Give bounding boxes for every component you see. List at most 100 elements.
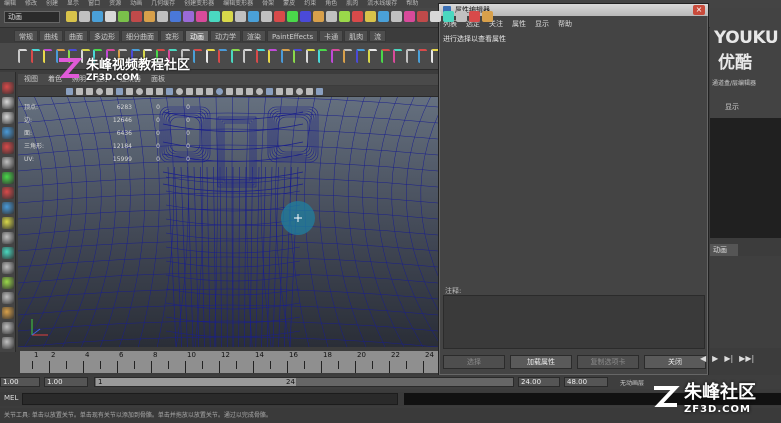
panel-tool-icon[interactable]	[306, 88, 313, 95]
attr-button[interactable]: 加载属性	[510, 355, 572, 369]
status-tool-icon[interactable]	[196, 11, 207, 22]
toolbox-tool-icon[interactable]	[2, 142, 14, 154]
menu-item[interactable]: 几何缓存	[151, 0, 175, 8]
status-tool-icon[interactable]	[352, 11, 363, 22]
playback-button[interactable]: ▶▶|	[739, 354, 754, 363]
menu-item[interactable]: 窗口	[88, 0, 100, 8]
toolbox-tool-icon[interactable]	[2, 292, 14, 304]
panel-tool-icon[interactable]	[286, 88, 293, 95]
shelf-tab[interactable]: 常规	[14, 30, 38, 42]
shelf-tool-icon[interactable]	[405, 49, 415, 63]
mel-label[interactable]: MEL	[4, 394, 18, 402]
shelf-tab[interactable]: 渲染	[242, 30, 266, 42]
menu-item[interactable]: 蒙皮	[283, 0, 295, 8]
status-tool-icon[interactable]	[300, 11, 311, 22]
toolbox-tool-icon[interactable]	[2, 247, 14, 259]
shelf-tool-icon[interactable]	[280, 49, 290, 63]
mel-input[interactable]	[22, 393, 398, 405]
status-tool-icon[interactable]	[404, 11, 415, 22]
status-tool-icon[interactable]	[430, 11, 441, 22]
shelf-tab[interactable]: 曲线	[39, 30, 63, 42]
toolbox-tool-icon[interactable]	[2, 112, 14, 124]
toolbox-tool-icon[interactable]	[2, 277, 14, 289]
panel-tool-icon[interactable]	[196, 88, 203, 95]
panel-tool-icon[interactable]	[156, 88, 163, 95]
panel-tool-icon[interactable]	[246, 88, 253, 95]
shelf-tab[interactable]: 动画	[185, 30, 209, 42]
status-tool-icon[interactable]	[313, 11, 324, 22]
close-button[interactable]: ×	[693, 5, 705, 15]
shelf-tool-icon[interactable]	[368, 49, 377, 63]
shelf-tool-icon[interactable]	[305, 49, 315, 63]
shelf-tool-icon[interactable]	[255, 49, 265, 63]
shelf-tool-icon[interactable]	[43, 49, 52, 63]
panel-tool-icon[interactable]	[276, 88, 283, 95]
status-tool-icon[interactable]	[66, 11, 77, 22]
toolbox-tool-icon[interactable]	[2, 187, 14, 199]
toolbox-tool-icon[interactable]	[2, 322, 14, 334]
shelf-tab[interactable]: 细分曲面	[121, 30, 159, 42]
shelf-tool-icon[interactable]	[230, 49, 240, 63]
status-tool-icon[interactable]	[469, 11, 480, 22]
shelf-tab[interactable]: 变形	[160, 30, 184, 42]
status-tool-icon[interactable]	[443, 11, 454, 22]
status-tool-icon[interactable]	[222, 11, 233, 22]
status-tool-icon[interactable]	[482, 11, 493, 22]
toolbox-tool-icon[interactable]	[2, 307, 14, 319]
attr-button[interactable]: 关闭	[644, 355, 706, 369]
menu-item[interactable]: 动画	[130, 0, 142, 8]
panel-tool-icon[interactable]	[216, 88, 223, 95]
shelf-tool-icon[interactable]	[318, 49, 327, 63]
panel-tool-icon[interactable]	[136, 88, 143, 95]
status-tool-icon[interactable]	[339, 11, 350, 22]
status-tool-icon[interactable]	[105, 11, 116, 22]
playback-start-field[interactable]: 1.00	[44, 377, 88, 387]
status-tool-icon[interactable]	[326, 11, 337, 22]
panel-tool-icon[interactable]	[86, 88, 93, 95]
shelf-tool-icon[interactable]	[355, 49, 365, 63]
shelf-tool-icon[interactable]	[218, 49, 227, 63]
status-tool-icon[interactable]	[456, 11, 467, 22]
anim-layer-tab[interactable]: 动画	[710, 244, 738, 256]
shelf-tool-icon[interactable]	[343, 49, 352, 63]
menu-item[interactable]: 流水线缓存	[367, 0, 397, 8]
shelf-tab[interactable]: 曲面	[64, 30, 88, 42]
panel-tool-icon[interactable]	[226, 88, 233, 95]
status-tool-icon[interactable]	[170, 11, 181, 22]
playback-button[interactable]: ▶|	[724, 354, 733, 363]
panel-tool-icon[interactable]	[116, 88, 123, 95]
status-tool-icon[interactable]	[118, 11, 129, 22]
notes-field[interactable]	[443, 295, 705, 349]
status-tool-icon[interactable]	[157, 11, 168, 22]
shelf-tool-icon[interactable]	[380, 49, 390, 63]
panel-tool-icon[interactable]	[66, 88, 73, 95]
shelf-tool-icon[interactable]	[418, 49, 427, 63]
panel-tool-icon[interactable]	[96, 88, 103, 95]
status-tool-icon[interactable]	[248, 11, 259, 22]
menu-item[interactable]: 编辑	[4, 0, 16, 8]
shelf-tab[interactable]: 流	[369, 30, 387, 42]
toolbox-tool-icon[interactable]	[2, 262, 14, 274]
status-tool-icon[interactable]	[144, 11, 155, 22]
range-slider-thumb[interactable]: 1	[96, 378, 296, 386]
playback-button[interactable]: ◀	[700, 354, 706, 363]
playback-button[interactable]: ▶	[712, 354, 718, 363]
panel-tool-icon[interactable]	[256, 88, 263, 95]
menu-item[interactable]: 帮助	[406, 0, 418, 8]
toolbox-tool-icon[interactable]	[2, 337, 14, 349]
menu-item[interactable]: 骨架	[262, 0, 274, 8]
shelf-tool-icon[interactable]	[393, 49, 402, 63]
status-tool-icon[interactable]	[79, 11, 90, 22]
shelf-tab[interactable]: 卡通	[319, 30, 344, 42]
toolbox-tool-icon[interactable]	[2, 127, 14, 139]
panel-tool-icon[interactable]	[316, 88, 323, 95]
status-tool-icon[interactable]	[287, 11, 298, 22]
shelf-tab[interactable]: 肌肉	[344, 30, 369, 42]
end-time-field[interactable]: 48.00	[564, 377, 608, 387]
attr-menu-item[interactable]: 属性	[512, 18, 526, 30]
attr-menu-item[interactable]: 显示	[535, 18, 549, 30]
shelf-tab[interactable]: 动力学	[210, 30, 241, 42]
playback-end-field[interactable]: 24.00	[518, 377, 560, 387]
status-tool-icon[interactable]	[417, 11, 428, 22]
shelf-tool-icon[interactable]	[18, 49, 27, 63]
